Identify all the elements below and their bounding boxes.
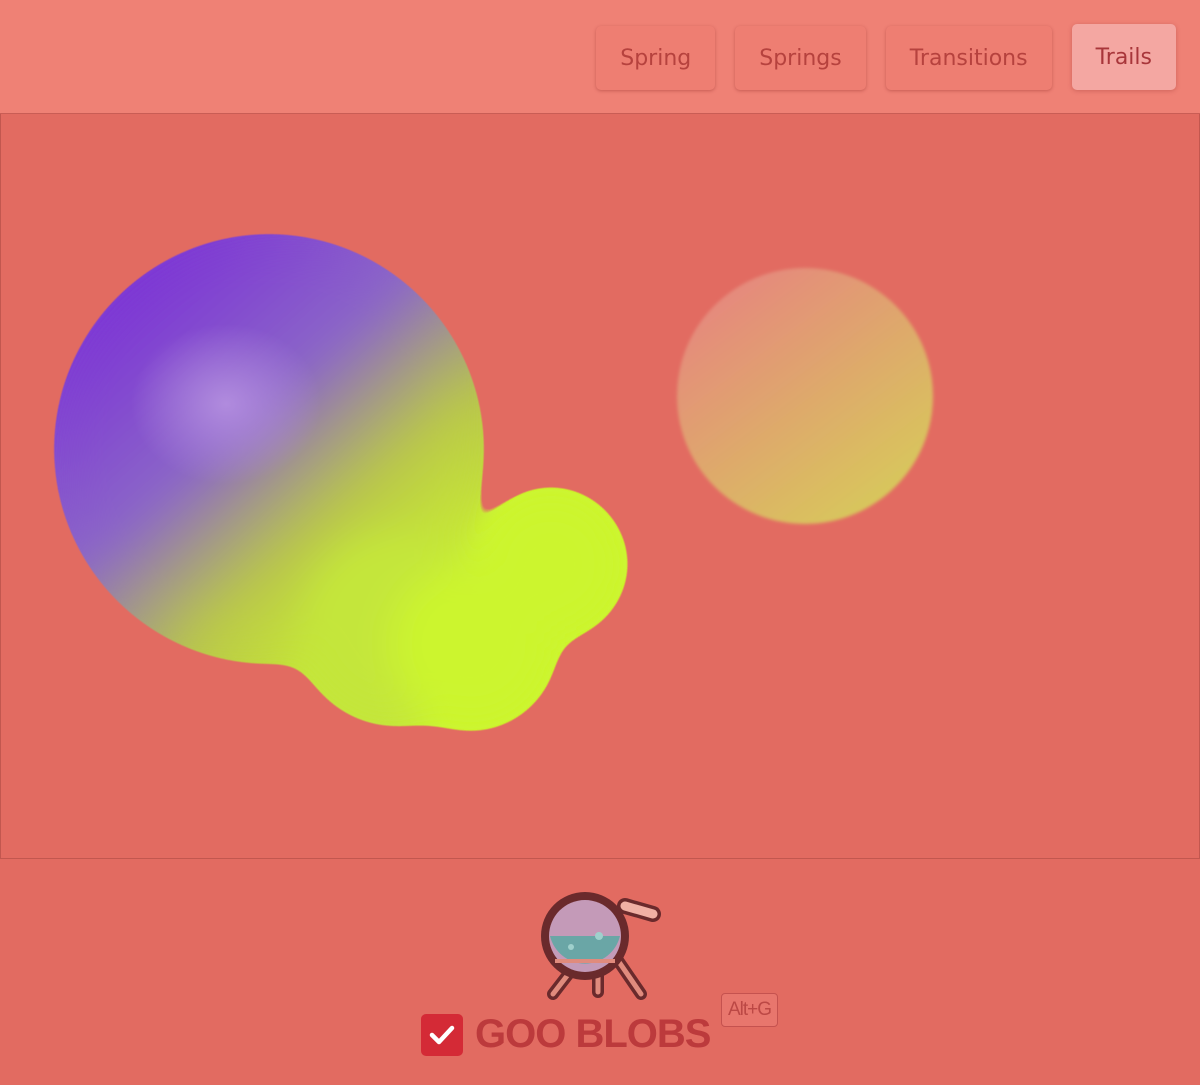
tab-spring[interactable]: Spring [596, 26, 716, 90]
goo-blobs-checkbox[interactable] [421, 1013, 463, 1056]
keyboard-shortcut-badge: Alt+G [721, 993, 779, 1027]
checkmark-icon [429, 1025, 455, 1044]
flask-icon [541, 892, 661, 1000]
tab-springs[interactable]: Springs [735, 26, 866, 90]
top-navigation-bar: Spring Springs Transitions Trails [0, 0, 1200, 114]
goo-blobs-toggle[interactable]: GOO BLOBS [421, 1012, 711, 1057]
goo-blobs-canvas[interactable] [1, 114, 1200, 859]
demo-tabs: Spring Springs Transitions Trails [596, 24, 1176, 90]
peach-blob[interactable] [677, 268, 933, 524]
purple-blob-highlight [131, 324, 321, 484]
tab-transitions[interactable]: Transitions [885, 26, 1052, 90]
goo-blobs-label: GOO BLOBS [475, 1012, 711, 1056]
goo-blob-group[interactable] [62, 242, 621, 724]
demo-stage[interactable] [0, 114, 1200, 859]
tab-trails[interactable]: Trails [1071, 24, 1176, 90]
